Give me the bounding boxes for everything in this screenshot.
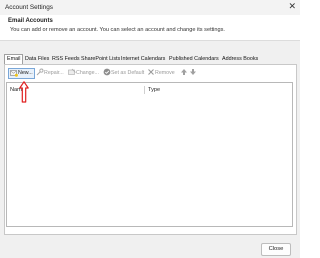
wrench-icon: [36, 68, 44, 76]
arrow-up-icon: [180, 68, 188, 76]
column-header-type[interactable]: Type: [148, 87, 160, 93]
change-button[interactable]: Change...: [68, 68, 99, 78]
remove-label: Remove: [155, 70, 175, 76]
x-icon: [147, 68, 155, 76]
close-icon[interactable]: ✕: [288, 1, 296, 12]
tab-data-files[interactable]: Data Files: [25, 55, 49, 63]
section-title: Email Accounts: [8, 18, 53, 24]
header-panel: Email Accounts You can add or remove an …: [0, 15, 300, 41]
check-circle-icon: [103, 68, 111, 76]
tab-sharepoint-lists[interactable]: SharePoint Lists: [81, 55, 120, 63]
account-settings-dialog: Account Settings ✕ Email Accounts You ca…: [0, 0, 300, 258]
tab-rss-feeds[interactable]: RSS Feeds: [52, 55, 80, 63]
move-down-button[interactable]: [189, 68, 197, 78]
tab-internet-calendars[interactable]: Internet Calendars: [121, 55, 165, 63]
section-description: You can add or remove an account. You ca…: [10, 27, 225, 33]
account-toolbar: New... Repair... Change... Set as Defaul…: [8, 68, 293, 79]
new-account-icon: [10, 69, 18, 77]
column-divider: [144, 86, 145, 94]
new-account-button[interactable]: New...: [8, 68, 35, 79]
repair-label: Repair...: [44, 70, 64, 76]
remove-button[interactable]: Remove: [147, 68, 175, 78]
set-as-default-label: Set as Default: [111, 70, 145, 76]
new-label: New...: [18, 70, 33, 76]
change-icon: [68, 68, 76, 76]
move-up-button[interactable]: [180, 68, 188, 78]
email-tab-panel: New... Repair... Change... Set as Defaul…: [4, 64, 297, 235]
window-title: Account Settings: [5, 4, 53, 11]
close-button[interactable]: Close: [261, 243, 291, 256]
set-as-default-button[interactable]: Set as Default: [103, 68, 144, 78]
tab-address-books[interactable]: Address Books: [222, 55, 258, 63]
title-bar: Account Settings ✕: [0, 0, 300, 16]
repair-button[interactable]: Repair...: [36, 68, 64, 78]
red-arrow-icon: [19, 81, 29, 103]
account-list[interactable]: Name Type: [6, 82, 293, 227]
arrow-down-icon: [189, 68, 197, 76]
change-label: Change...: [76, 70, 99, 76]
tab-published-calendars[interactable]: Published Calendars: [169, 55, 219, 63]
tab-email[interactable]: Email: [4, 54, 24, 64]
